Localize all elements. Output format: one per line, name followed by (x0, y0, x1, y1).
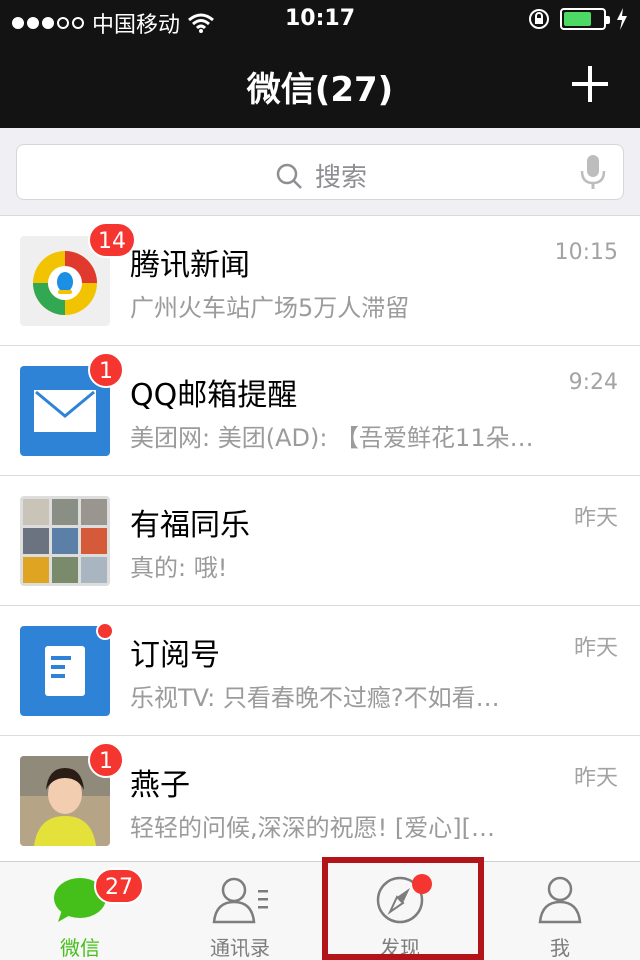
unread-badge: 1 (88, 742, 124, 778)
chat-time: 昨天 (573, 636, 618, 661)
battery-tip (606, 16, 610, 24)
tab-contacts[interactable]: 通讯录 (160, 862, 320, 960)
chat-preview: 美团网: 美团(AD): 【吾爱鲜花11朵… (130, 424, 534, 452)
chat-row-tencent-news[interactable]: 14 腾讯新闻 10:15 广州火车站广场5万人滞留 (0, 216, 640, 346)
microphone-icon[interactable] (579, 155, 607, 191)
tab-discover[interactable]: 发现 (320, 862, 480, 960)
chat-preview: 轻轻的问候,深深的祝愿! [爱心][… (130, 814, 495, 842)
rotation-lock-icon (529, 9, 549, 29)
chat-row-yanzi[interactable]: 1 燕子 昨天 轻轻的问候,深深的祝愿! [爱心][… (0, 736, 640, 866)
unread-badge: 14 (88, 222, 136, 258)
charging-bolt-icon (617, 8, 627, 30)
battery-fill (564, 12, 591, 26)
chat-time: 昨天 (573, 766, 618, 791)
tab-label: 发现 (380, 936, 420, 960)
tab-label: 我 (550, 936, 570, 960)
avatar (20, 626, 110, 716)
search-placeholder: 搜索 (314, 163, 367, 193)
navigation-bar: 微信(27) (0, 40, 640, 128)
chat-preview: 乐视TV: 只看春晚不过瘾?不如看… (130, 684, 500, 712)
tab-chats[interactable]: 27 微信 (0, 862, 160, 960)
unread-badge: 1 (88, 352, 124, 388)
document-icon (45, 646, 85, 696)
chat-time: 9:24 (568, 370, 618, 395)
person-icon (538, 876, 582, 924)
tab-bar: 27 微信 通讯录 发现 我 (0, 861, 640, 960)
chat-row-qq-mail[interactable]: 1 QQ邮箱提醒 9:24 美团网: 美团(AD): 【吾爱鲜花11朵… (0, 346, 640, 476)
group-avatar-grid-icon (23, 499, 107, 583)
contacts-icon (212, 877, 268, 924)
chat-time: 昨天 (573, 506, 618, 531)
chat-name: 有福同乐 (130, 508, 250, 543)
unread-dot (96, 622, 114, 640)
chat-row-subscription[interactable]: 订阅号 昨天 乐视TV: 只看春晚不过瘾?不如看… (0, 606, 640, 736)
plus-icon[interactable] (570, 64, 610, 104)
page-title: 微信(27) (246, 70, 394, 110)
avatar (20, 496, 110, 586)
battery-icon (560, 8, 610, 30)
search-icon (276, 163, 302, 189)
chat-preview: 真的: 哦! (130, 554, 228, 582)
tab-label: 微信 (60, 936, 100, 960)
chat-name: 订阅号 (130, 638, 220, 673)
chat-time: 10:15 (554, 240, 618, 265)
tab-label: 通讯录 (210, 936, 270, 960)
chat-list: 14 腾讯新闻 10:15 广州火车站广场5万人滞留 1 QQ邮箱提醒 9:24… (0, 216, 640, 866)
chat-name: 腾讯新闻 (130, 248, 250, 283)
status-right (528, 8, 628, 30)
chat-name: QQ邮箱提醒 (130, 378, 298, 413)
chat-name: 燕子 (130, 768, 190, 803)
tab-badge: 27 (94, 868, 144, 904)
search-placeholder-row: 搜索 (17, 157, 625, 194)
tab-me[interactable]: 我 (480, 862, 640, 960)
status-bar: 中国移动 10:17 (0, 0, 640, 40)
chat-preview: 广州火车站广场5万人滞留 (130, 294, 410, 322)
search-input[interactable]: 搜索 (16, 144, 624, 200)
chat-row-group[interactable]: 有福同乐 昨天 真的: 哦! (0, 476, 640, 606)
tab-unread-dot (412, 874, 432, 894)
search-area: 搜索 (0, 128, 640, 216)
